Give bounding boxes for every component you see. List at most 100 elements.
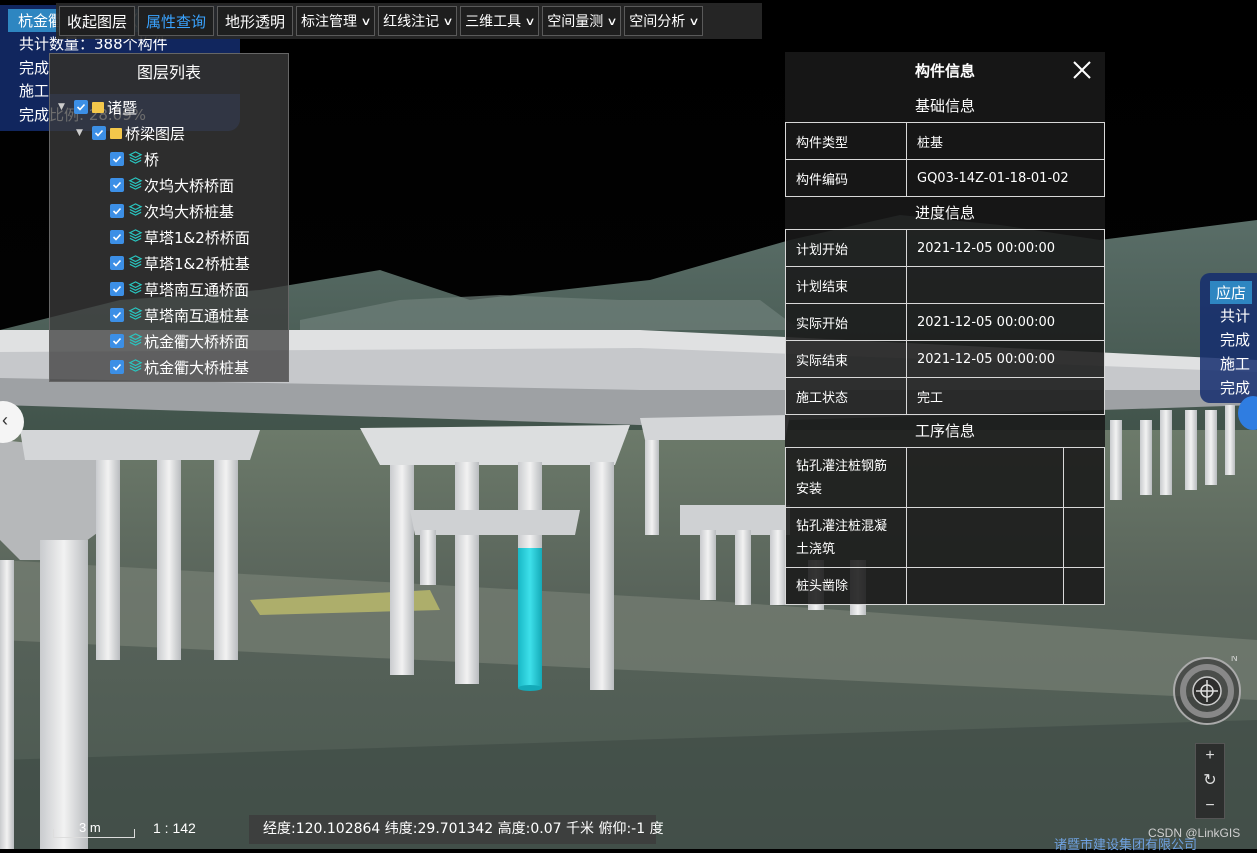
layers-icon	[128, 150, 144, 169]
field-value: 桩基	[906, 122, 1105, 160]
tree-node-label: 杭金衢大桥桩基	[144, 358, 250, 377]
field-value: 2021-12-05 00:00:00	[906, 229, 1105, 267]
table-row: 钻孔灌注桩钢筋安装	[785, 447, 1105, 508]
tree-node-layer[interactable]: 次坞大桥桩基	[110, 198, 234, 224]
field-label: 实际结束	[785, 340, 907, 378]
summary-completed: 完成	[19, 59, 50, 77]
scale-label: 3 m	[79, 820, 101, 835]
layers-icon	[128, 202, 144, 221]
summary-in-progress: 施工	[19, 82, 50, 100]
tree-node-label: 草塔1&2桥桥面	[144, 228, 250, 247]
layers-icon	[128, 228, 144, 247]
tree-node-layer[interactable]: 草塔1&2桥桩基	[110, 250, 250, 276]
tree-node-label: 杭金衢大桥桥面	[144, 332, 250, 351]
compass-icon[interactable]: N	[1172, 656, 1242, 726]
table-row: 计划结束	[785, 266, 1105, 304]
collapse-layers-button[interactable]: 收起图层	[59, 6, 136, 36]
chevron-down-icon: ∨	[606, 14, 618, 28]
tree-node-label: 草塔南互通桩基	[144, 306, 250, 325]
reset-view-button[interactable]: ↻	[1196, 769, 1224, 794]
checkbox[interactable]	[110, 282, 124, 296]
process-extra	[1063, 507, 1105, 568]
process-extra	[1063, 567, 1105, 605]
process-name: 钻孔灌注桩混凝土浇筑	[785, 507, 907, 568]
process-name: 钻孔灌注桩钢筋安装	[785, 447, 907, 508]
field-label: 实际开始	[785, 303, 907, 341]
tree-node-layer[interactable]: 草塔南互通桥面	[110, 276, 249, 302]
chevron-down-icon: ∨	[360, 14, 372, 28]
checkbox[interactable]	[110, 178, 124, 192]
layers-icon	[128, 358, 144, 377]
chevron-down-icon: ∨	[688, 14, 700, 28]
checkbox[interactable]	[110, 360, 124, 374]
layer-list-title: 图层列表	[50, 54, 288, 94]
chevron-left-icon: ‹	[2, 410, 8, 430]
tree-node-layer[interactable]: 杭金衢大桥桩基	[110, 354, 249, 380]
table-row: 实际开始 2021-12-05 00:00:00	[785, 303, 1105, 341]
zoom-out-button[interactable]: −	[1196, 794, 1224, 819]
right-card-row: 完成	[1220, 331, 1251, 349]
tree-node-group[interactable]: ▼ 桥梁图层	[76, 120, 185, 146]
progress-info-table: 计划开始 2021-12-05 00:00:00 计划结束 实际开始 2021-12…	[785, 229, 1105, 415]
scale-ratio: 1 : 142	[153, 820, 196, 836]
layers-icon	[128, 332, 144, 351]
layer-list-panel: 图层列表 ▼ 诸暨 ▼ 桥梁图层桥次坞大桥桥面次坞大桥桩基草塔1&2桥桥面 草塔1&2桥…	[49, 53, 289, 382]
tree-node-root[interactable]: ▼ 诸暨	[58, 94, 137, 120]
field-label: 施工状态	[785, 377, 907, 415]
caret-down-icon[interactable]: ▼	[58, 102, 68, 112]
menu-label: 红线注记	[383, 14, 440, 30]
close-icon[interactable]	[1071, 59, 1093, 81]
field-label: 构件编码	[785, 159, 907, 197]
process-name: 桩头凿除	[785, 567, 907, 605]
3d-tools-menu[interactable]: 三维工具 ∨	[460, 6, 540, 36]
tree-node-layer[interactable]: 次坞大桥桥面	[110, 172, 234, 198]
checkbox[interactable]	[74, 100, 88, 114]
tree-node-layer[interactable]: 草塔南互通桩基	[110, 302, 249, 328]
tree-node-label: 草塔1&2桥桩基	[144, 254, 250, 273]
chevron-down-icon: ∨	[524, 14, 536, 28]
coordinate-readout: 经度:120.102864 纬度:29.701342 高度:0.07 千米 俯仰…	[249, 815, 664, 844]
table-row: 构件编码 GQ03-14Z-01-18-01-02	[785, 159, 1105, 197]
process-extra	[1063, 447, 1105, 508]
checkbox[interactable]	[110, 204, 124, 218]
menu-label: 空间分析	[629, 14, 686, 30]
redline-note-menu[interactable]: 红线注记 ∨	[378, 6, 458, 36]
field-value: 完工	[906, 377, 1105, 415]
tree-node-layer[interactable]: 草塔1&2桥桥面	[110, 224, 250, 250]
checkbox[interactable]	[110, 152, 124, 166]
folder-icon	[110, 127, 122, 139]
checkbox[interactable]	[92, 126, 106, 140]
tree-node-layer[interactable]: 杭金衢大桥桥面	[110, 328, 249, 354]
caret-down-icon[interactable]: ▼	[76, 128, 86, 138]
terrain-transparent-button[interactable]: 地形透明	[217, 6, 294, 36]
table-row: 施工状态 完工	[785, 377, 1105, 415]
right-progress-card: 应店 共计 完成 施工 完成	[1200, 273, 1257, 403]
spatial-measure-menu[interactable]: 空间量测 ∨	[542, 6, 622, 36]
chevron-down-icon: ∨	[442, 14, 454, 28]
attribute-query-button[interactable]: 属性查询	[138, 6, 215, 36]
checkbox[interactable]	[110, 334, 124, 348]
checkbox[interactable]	[110, 308, 124, 322]
zoom-controls: + ↻ −	[1195, 743, 1225, 819]
progress-info-title: 进度信息	[914, 204, 975, 222]
checkbox[interactable]	[110, 230, 124, 244]
zoom-in-button[interactable]: +	[1196, 744, 1224, 769]
right-card-row: 共计	[1220, 307, 1251, 325]
north-label: N	[1231, 656, 1238, 663]
info-panel-header: 构件信息	[785, 52, 1105, 90]
tree-node-label: 诸暨	[107, 98, 138, 117]
menu-label: 三维工具	[465, 14, 522, 30]
tree-node-layer[interactable]: 桥	[110, 146, 159, 172]
field-value: GQ03-14Z-01-18-01-02	[906, 159, 1105, 197]
watermark: CSDN @LinkGIS	[1148, 826, 1241, 840]
process-info-title: 工序信息	[914, 422, 975, 440]
process-value	[906, 567, 1064, 605]
checkbox[interactable]	[110, 256, 124, 270]
field-value	[906, 266, 1105, 304]
tree-node-label: 次坞大桥桥面	[144, 176, 235, 195]
field-value: 2021-12-05 00:00:00	[906, 340, 1105, 378]
spatial-analysis-menu[interactable]: 空间分析 ∨	[624, 6, 704, 36]
menu-label: 标注管理	[301, 14, 358, 30]
annotation-manage-menu[interactable]: 标注管理 ∨	[296, 6, 376, 36]
table-row: 构件类型 桩基	[785, 122, 1105, 160]
